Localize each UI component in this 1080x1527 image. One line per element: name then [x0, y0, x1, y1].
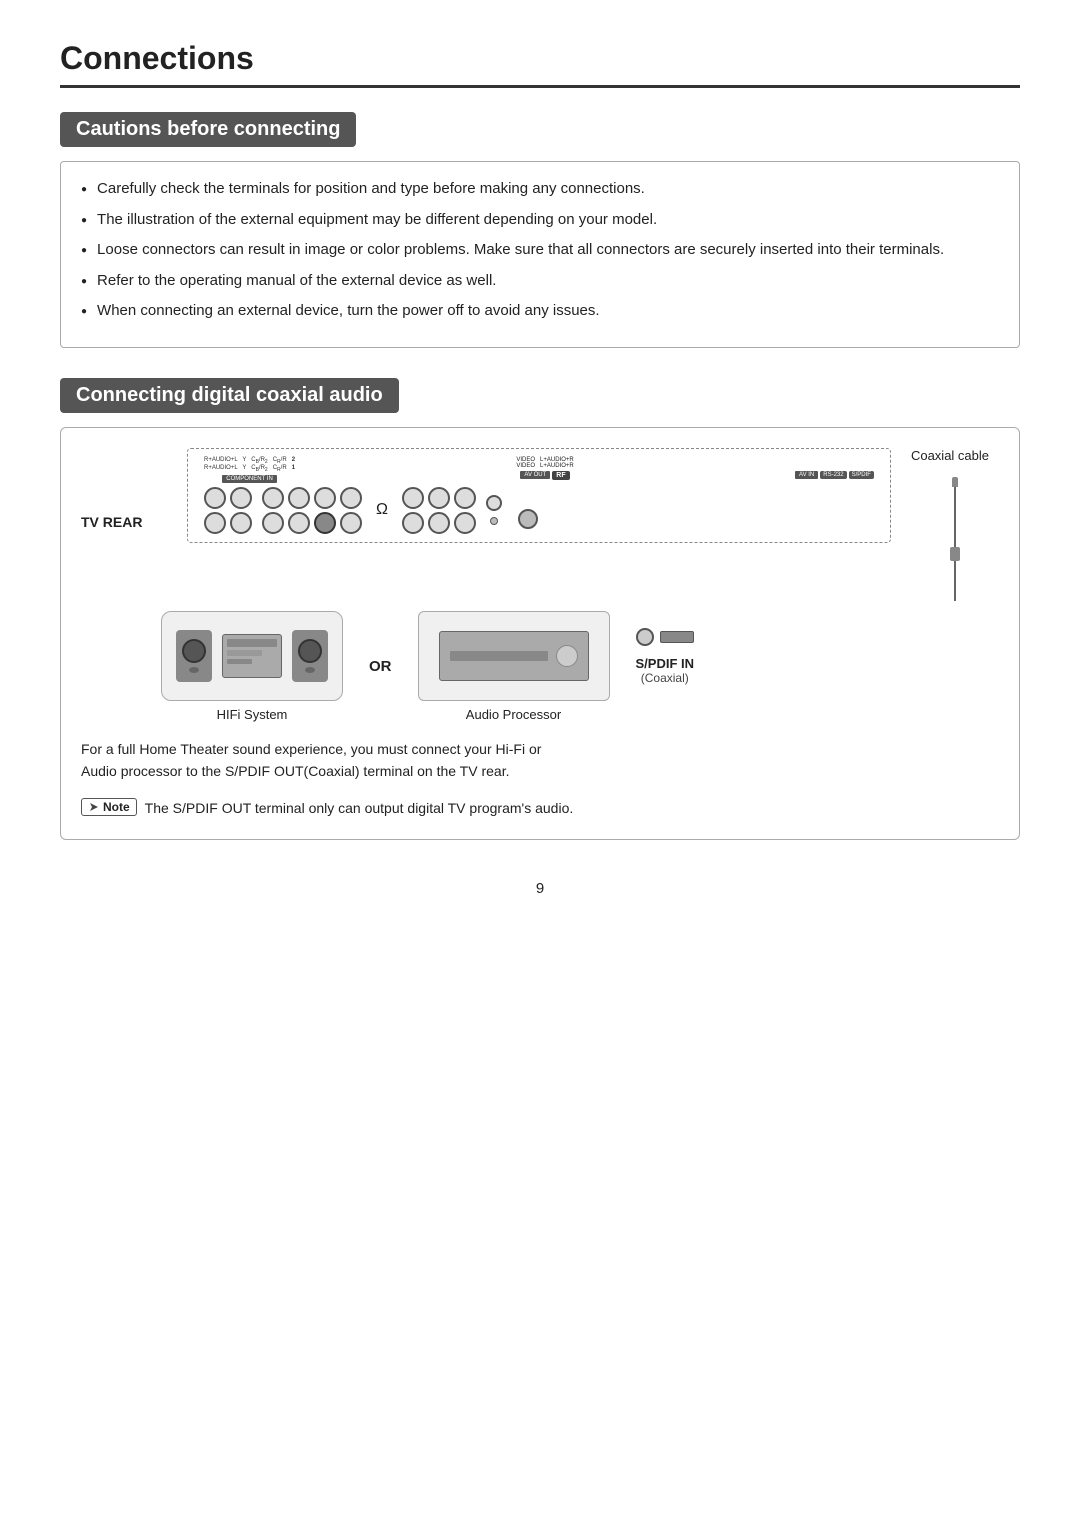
caution-item-3: Loose connectors can result in image or …: [81, 239, 999, 262]
spdif-in-connector: [636, 628, 654, 646]
caution-item-4: Refer to the operating manual of the ext…: [81, 270, 999, 293]
connector-4: [230, 512, 252, 534]
connector-16: [402, 512, 424, 534]
note-text: The S/PDIF OUT terminal only can output …: [145, 798, 574, 819]
connector-6: [288, 487, 310, 509]
caution-item-5: When connecting an external device, turn…: [81, 300, 999, 323]
page-number: 9: [60, 880, 1020, 897]
note-badge: Note: [81, 798, 137, 816]
connector-7: [314, 487, 336, 509]
spdif-in-label: S/PDIF IN: [636, 656, 695, 671]
description-text: For a full Home Theater sound experience…: [81, 738, 999, 783]
connector-small-1: [486, 495, 502, 511]
note-icon: [88, 801, 100, 813]
page-title: Connections: [60, 40, 1020, 88]
tv-rear-panel: R+AUDIO+L Y CB/R2 CR/R 2 R+AUDIO+L Y CB/…: [187, 448, 891, 543]
connector-14: [428, 487, 450, 509]
audio-processor-label: Audio Processor: [466, 707, 561, 722]
connector-1: [204, 487, 226, 509]
coaxial-header: Connecting digital coaxial audio: [60, 378, 399, 413]
connector-10: [288, 512, 310, 534]
connector-15: [454, 487, 476, 509]
cautions-box: Carefully check the terminals for positi…: [60, 161, 1020, 348]
spdif-in-plug: [660, 631, 694, 643]
coaxial-cable-label: Coaxial cable: [911, 448, 989, 463]
connector-17: [428, 512, 450, 534]
caution-item-2: The illustration of the external equipme…: [81, 209, 999, 232]
spdif-badge: S/PDIF: [849, 471, 874, 479]
connector-13: [402, 487, 424, 509]
connector-12: [340, 512, 362, 534]
tv-rear-label: TV REAR: [81, 484, 151, 530]
connector-11: [314, 512, 336, 534]
connector-5: [262, 487, 284, 509]
note-box: Note The S/PDIF OUT terminal only can ou…: [81, 798, 999, 819]
headphone-icon: Ω: [376, 501, 388, 519]
spdif-in-sublabel: (Coaxial): [636, 671, 695, 685]
or-label: OR: [369, 658, 392, 675]
connector-18: [454, 512, 476, 534]
caution-item-1: Carefully check the terminals for positi…: [81, 178, 999, 201]
rf-badge: RF: [552, 471, 569, 480]
connector-2: [230, 487, 252, 509]
hifi-system-label: HIFi System: [217, 707, 288, 722]
connector-8: [340, 487, 362, 509]
connector-spdif-out: [518, 509, 538, 529]
rs232-badge: RS-232: [820, 471, 846, 479]
connector-9: [262, 512, 284, 534]
connector-3: [204, 512, 226, 534]
cautions-list: Carefully check the terminals for positi…: [81, 178, 999, 323]
diagram-box: TV REAR R+AUDIO+L Y CB/R2 CR/R 2 R+AUDIO…: [60, 427, 1020, 841]
cautions-header: Cautions before connecting: [60, 112, 356, 147]
